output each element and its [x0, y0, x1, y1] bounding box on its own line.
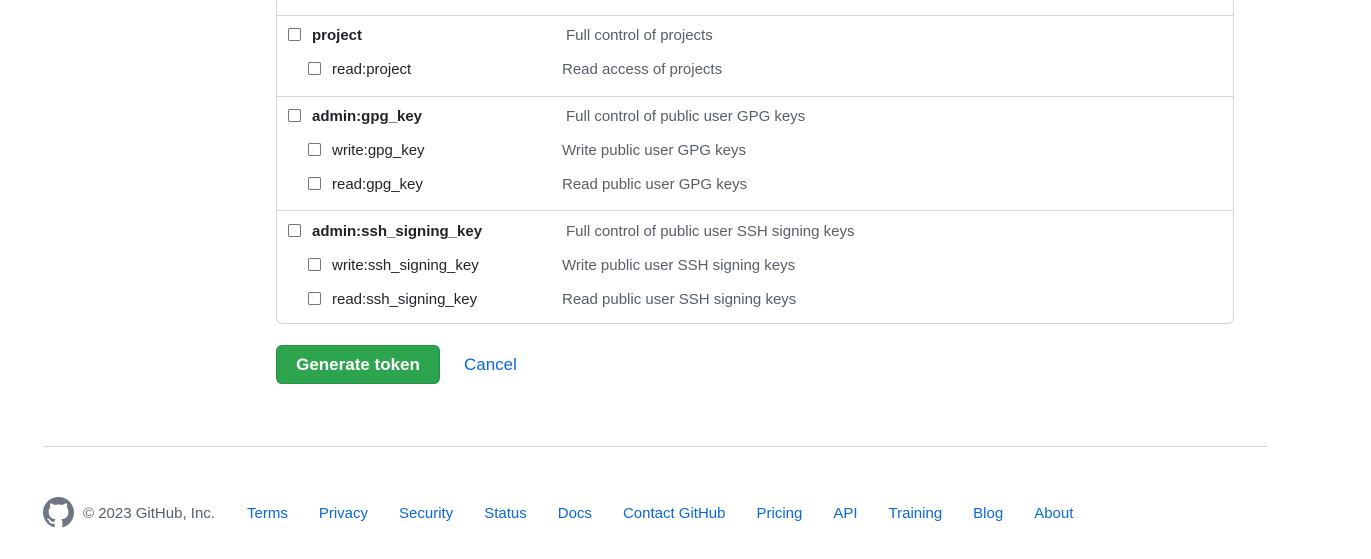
scope-description: Read access of projects — [562, 61, 723, 78]
scope-checkbox-admin-ssh-signing-key[interactable] — [288, 224, 301, 237]
scope-description: Full control of public user SSH signing … — [566, 223, 855, 240]
scope-divider — [277, 210, 1233, 211]
footer-link-status[interactable]: Status — [484, 505, 527, 523]
footer-link-pricing[interactable]: Pricing — [756, 505, 802, 523]
footer-link-terms[interactable]: Terms — [247, 505, 288, 523]
scopes-list: project Full control of projects read:pr… — [276, 0, 1234, 324]
scope-description: Write public user SSH signing keys — [562, 257, 796, 274]
footer-link-blog[interactable]: Blog — [973, 505, 1003, 523]
scope-divider — [277, 15, 1233, 16]
footer-link-api[interactable]: API — [833, 505, 857, 523]
scope-checkbox-write-gpg-key[interactable] — [308, 143, 321, 156]
scope-checkbox-write-ssh-signing-key[interactable] — [308, 258, 321, 271]
scope-name: write:gpg_key — [332, 142, 425, 159]
scope-name: write:ssh_signing_key — [332, 257, 479, 274]
footer-link-docs[interactable]: Docs — [558, 505, 592, 523]
scope-checkbox-project[interactable] — [288, 28, 301, 41]
scope-name: admin:gpg_key — [312, 108, 423, 125]
scope-row-read-gpg-key: read:gpg_key Read public user GPG keys — [277, 177, 1233, 201]
footer-link-about[interactable]: About — [1034, 505, 1073, 523]
scope-divider — [277, 96, 1233, 97]
scope-row-admin-ssh-signing-key: admin:ssh_signing_key Full control of pu… — [277, 224, 1233, 248]
footer-links: Terms Privacy Security Status Docs Conta… — [247, 505, 1104, 523]
github-logo-icon[interactable] — [43, 497, 74, 528]
scope-row-read-project: read:project Read access of projects — [277, 62, 1233, 86]
cancel-link[interactable]: Cancel — [464, 354, 517, 376]
scope-description: Full control of projects — [566, 27, 713, 44]
scope-name: read:ssh_signing_key — [332, 291, 478, 308]
scope-name: admin:ssh_signing_key — [312, 223, 483, 240]
scope-checkbox-read-project[interactable] — [308, 62, 321, 75]
scope-row-project: project Full control of projects — [277, 28, 1233, 52]
scope-row-admin-gpg-key: admin:gpg_key Full control of public use… — [277, 109, 1233, 133]
scope-checkbox-read-gpg-key[interactable] — [308, 177, 321, 190]
scope-checkbox-read-ssh-signing-key[interactable] — [308, 292, 321, 305]
scope-checkbox-admin-gpg-key[interactable] — [288, 109, 301, 122]
footer-link-security[interactable]: Security — [399, 505, 453, 523]
generate-token-button[interactable]: Generate token — [276, 345, 440, 384]
scope-row-write-gpg-key: write:gpg_key Write public user GPG keys — [277, 143, 1233, 167]
footer-link-privacy[interactable]: Privacy — [319, 505, 368, 523]
scope-name: project — [312, 27, 363, 44]
scope-name: read:gpg_key — [332, 176, 423, 193]
scope-row-write-ssh-signing-key: write:ssh_signing_key Write public user … — [277, 258, 1233, 282]
scope-description: Read public user SSH signing keys — [562, 291, 797, 308]
copyright-text: © 2023 GitHub, Inc. — [83, 505, 215, 522]
scope-description: Read public user GPG keys — [562, 176, 748, 193]
page: project Full control of projects read:pr… — [0, 0, 1371, 559]
footer-link-training[interactable]: Training — [889, 505, 943, 523]
scope-name: read:project — [332, 61, 412, 78]
footer-divider — [43, 446, 1268, 447]
scope-row-read-ssh-signing-key: read:ssh_signing_key Read public user SS… — [277, 292, 1233, 316]
scope-description: Full control of public user GPG keys — [566, 108, 806, 125]
footer: © 2023 GitHub, Inc. Terms Privacy Securi… — [43, 497, 1268, 529]
footer-link-contact-github[interactable]: Contact GitHub — [623, 505, 726, 523]
scope-description: Write public user GPG keys — [562, 142, 746, 159]
